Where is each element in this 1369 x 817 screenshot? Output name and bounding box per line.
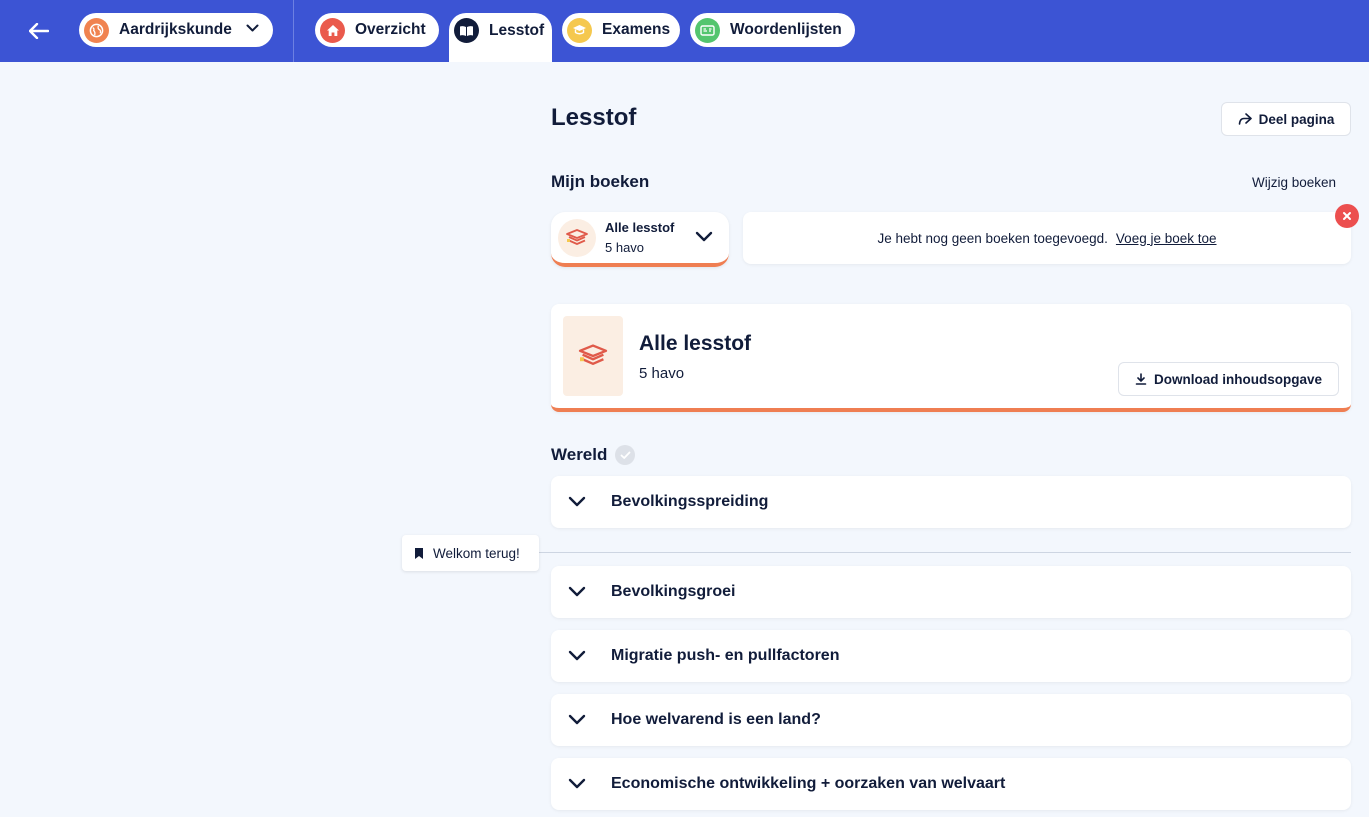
word-list-icon	[695, 17, 720, 43]
page-title: Lesstof	[551, 104, 637, 131]
chapter-label: Migratie push- en pullfactoren	[611, 647, 840, 664]
chevron-down-icon	[568, 714, 586, 725]
welcome-label: Welkom terug!	[433, 545, 520, 561]
tab-woordenlijsten[interactable]: Woordenlijsten	[690, 13, 855, 47]
download-icon	[1135, 373, 1147, 385]
tab-lesstof[interactable]: Lesstof	[449, 13, 552, 62]
arrow-left-icon	[29, 23, 49, 39]
share-label: Deel pagina	[1258, 111, 1335, 127]
tab-label: Examens	[602, 21, 671, 38]
tab-label: Overzicht	[355, 21, 426, 38]
chapter-item[interactable]: Hoe welvarend is een land?	[551, 694, 1351, 746]
books-stack-icon	[578, 344, 608, 365]
home-icon	[320, 17, 345, 43]
share-page-button[interactable]: Deel pagina	[1221, 102, 1351, 136]
chapter-item[interactable]: Economische ontwikkeling + oorzaken van …	[551, 758, 1351, 810]
add-book-link[interactable]: Voeg je boek toe	[1116, 231, 1217, 246]
chapter-label: Bevolkingsspreiding	[611, 493, 769, 510]
world-section-title: Wereld	[551, 445, 636, 465]
graduation-cap-icon	[567, 17, 592, 43]
book-selector[interactable]: Alle lesstof 5 havo	[551, 212, 729, 267]
share-icon	[1238, 113, 1252, 125]
check-icon	[615, 445, 636, 465]
globe-icon	[84, 17, 109, 43]
chapter-label: Economische ontwikkeling + oorzaken van …	[611, 775, 1006, 792]
chevron-down-icon	[568, 650, 586, 661]
tab-label: Lesstof	[489, 22, 545, 39]
subject-selector[interactable]: Aardrijkskunde	[79, 13, 273, 47]
book-selector-title: Alle lesstof	[605, 220, 675, 235]
progress-divider	[539, 552, 1351, 553]
book-card-level: 5 havo	[639, 365, 685, 382]
download-toc-button[interactable]: Download inhoudsopgave	[1118, 362, 1339, 396]
close-notice-button[interactable]	[1335, 204, 1359, 228]
book-selector-level: 5 havo	[605, 240, 645, 255]
download-label: Download inhoudsopgave	[1154, 371, 1322, 387]
back-button[interactable]	[22, 15, 56, 47]
tab-examens[interactable]: Examens	[562, 13, 680, 47]
tab-overzicht[interactable]: Overzicht	[315, 13, 439, 47]
edit-books-link[interactable]: Wijzig boeken	[1252, 175, 1336, 190]
chevron-down-icon	[246, 24, 259, 32]
book-icon	[454, 18, 479, 43]
chevron-down-icon	[568, 586, 586, 597]
bookmark-icon	[415, 547, 423, 559]
chapter-label: Hoe welvarend is een land?	[611, 711, 821, 728]
chapter-item[interactable]: Bevolkingsgroei	[551, 566, 1351, 618]
welcome-back-marker[interactable]: Welkom terug!	[402, 535, 539, 571]
book-card: Alle lesstof 5 havo Download inhoudsopga…	[551, 304, 1351, 412]
no-books-notice: Je hebt nog geen boeken toegevoegd. Voeg…	[743, 212, 1351, 264]
book-cover	[563, 316, 623, 396]
books-stack-icon	[558, 218, 596, 257]
chapter-item[interactable]: Migratie push- en pullfactoren	[551, 630, 1351, 682]
book-card-title: Alle lesstof	[639, 332, 752, 355]
chapter-label: Bevolkingsgroei	[611, 583, 736, 600]
my-books-title: Mijn boeken	[551, 172, 650, 191]
chapter-item[interactable]: Bevolkingsspreiding	[551, 476, 1351, 528]
chevron-down-icon	[568, 778, 586, 789]
notice-text: Je hebt nog geen boeken toegevoegd.	[877, 230, 1108, 246]
topbar-divider	[293, 0, 294, 62]
chevron-down-icon	[695, 231, 713, 242]
chevron-down-icon	[568, 496, 586, 507]
close-icon	[1343, 212, 1351, 220]
world-title-label: Wereld	[551, 445, 608, 464]
top-navigation-bar: Aardrijkskunde Overzicht Lesstof Examens…	[0, 0, 1369, 62]
subject-label: Aardrijkskunde	[119, 21, 232, 38]
tab-label: Woordenlijsten	[730, 21, 842, 38]
